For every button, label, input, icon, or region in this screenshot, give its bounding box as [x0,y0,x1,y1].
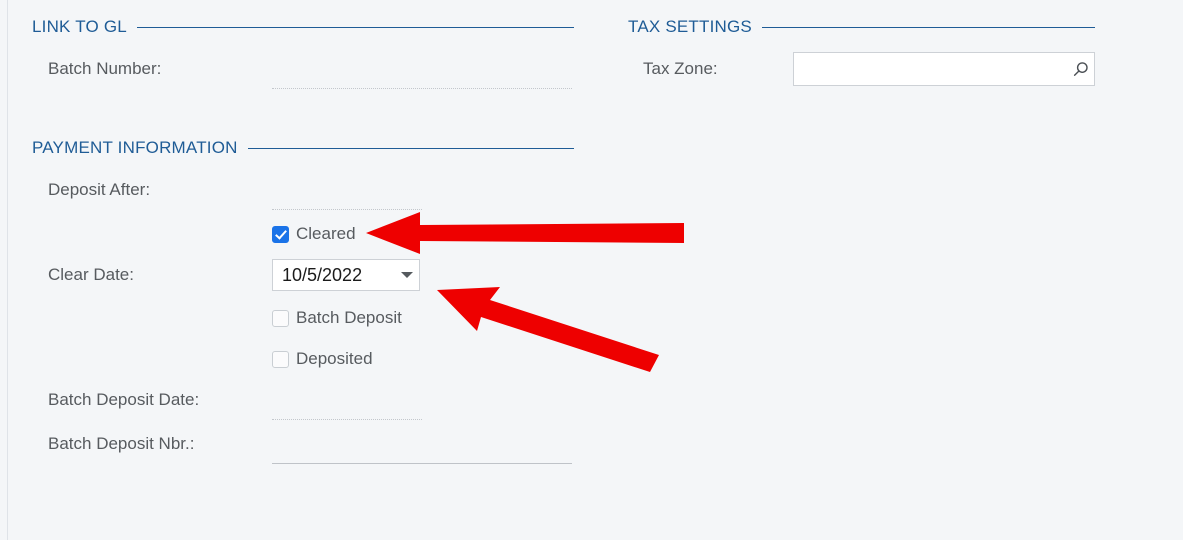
annotation-arrow-cleared [366,212,684,254]
section-header-payment-information: PAYMENT INFORMATION [32,138,574,158]
batch-deposit-nbr-label: Batch Deposit Nbr.: [48,434,195,453]
batch-deposit-checkbox-row[interactable]: Batch Deposit [272,308,402,328]
cleared-checkbox-row[interactable]: Cleared [272,224,356,244]
deposited-checkbox-row[interactable]: Deposited [272,349,373,369]
payment-form-page: LINK TO GL Batch Number: TAX SETTINGS Ta… [0,0,1183,540]
section-title-tax-settings: TAX SETTINGS [628,17,752,36]
section-title-link-to-gl: LINK TO GL [32,17,127,36]
tax-zone-input[interactable] [794,53,1066,85]
tax-zone-label: Tax Zone: [643,59,718,78]
batch-deposit-date-input[interactable] [272,418,422,420]
batch-deposit-date-label: Batch Deposit Date: [48,390,200,409]
tax-zone-field[interactable] [793,52,1095,86]
clear-date-field[interactable]: 10/5/2022 [272,259,420,291]
section-rule [761,26,1095,28]
clear-date-value: 10/5/2022 [282,264,363,285]
section-rule [247,147,574,149]
section-title-payment-information: PAYMENT INFORMATION [32,138,238,157]
cleared-checkbox[interactable] [272,225,289,243]
deposited-label: Deposited [296,349,373,368]
batch-deposit-nbr-input[interactable] [272,462,572,464]
panel-left-divider [7,0,8,540]
clear-date-label: Clear Date: [48,265,134,284]
batch-deposit-checkbox[interactable] [272,309,289,327]
batch-deposit-label: Batch Deposit [296,308,402,327]
annotation-arrow-clear-date [437,287,659,372]
cleared-label: Cleared [296,224,356,243]
batch-number-label: Batch Number: [48,59,162,78]
deposit-after-label: Deposit After: [48,180,151,199]
deposited-checkbox[interactable] [272,350,289,368]
section-header-tax-settings: TAX SETTINGS [628,17,1095,37]
deposit-after-input[interactable] [272,208,422,210]
batch-number-input[interactable] [272,87,572,89]
search-icon[interactable] [1066,61,1094,78]
chevron-down-icon[interactable] [395,272,419,278]
section-rule [136,26,574,28]
section-header-link-to-gl: LINK TO GL [32,17,574,37]
